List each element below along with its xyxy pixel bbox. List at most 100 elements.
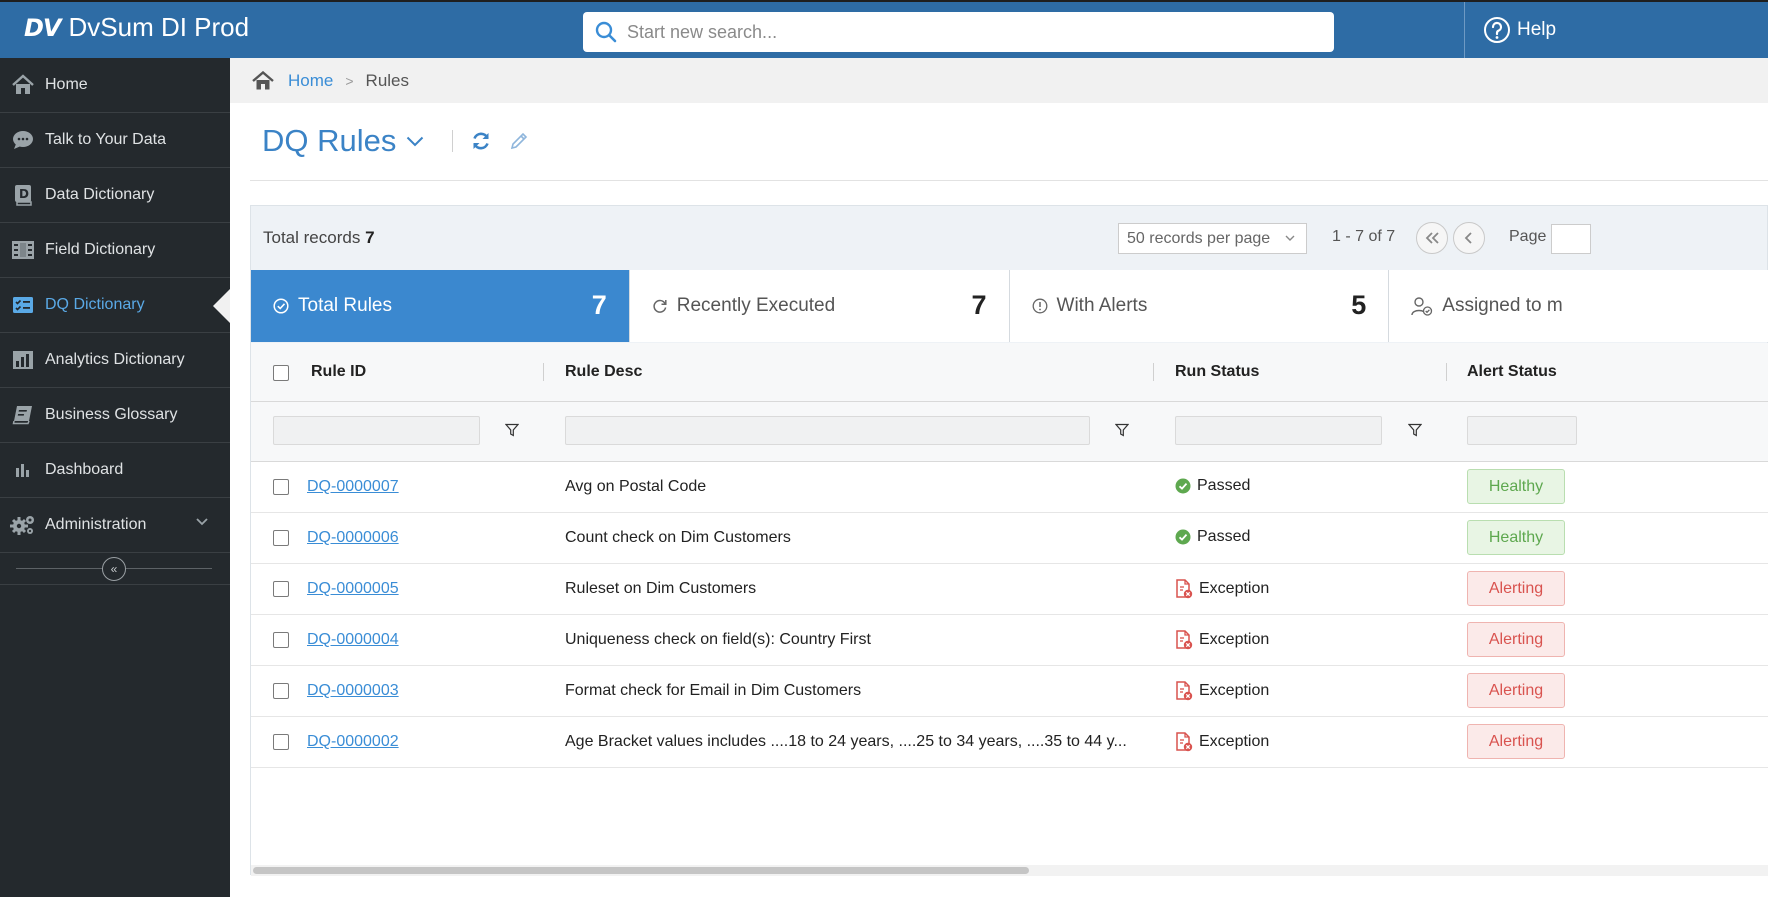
search-icon [595, 21, 617, 43]
collapse-sidebar-button[interactable]: « [102, 557, 126, 581]
run-status: Exception [1175, 630, 1269, 650]
first-page-button[interactable] [1416, 222, 1448, 254]
alert-status-badge: Healthy [1467, 520, 1565, 555]
dashboard-icon [0, 462, 45, 478]
sidebar-item-dashboard[interactable]: Dashboard [0, 443, 230, 498]
card-recently-executed[interactable]: Recently Executed 7 [629, 270, 1010, 342]
alert-status-badge: Healthy [1467, 469, 1565, 504]
breadcrumb-current: Rules [365, 70, 410, 90]
previous-page-button[interactable] [1453, 222, 1485, 254]
card-count: 5 [1351, 290, 1367, 320]
rule-desc: Format check for Email in Dim Customers [565, 682, 862, 699]
sidebar-item-dq-dictionary[interactable]: DQ Dictionary [0, 278, 230, 333]
dq-dictionary-icon [0, 296, 45, 314]
sidebar-item-administration[interactable]: Administration [0, 498, 230, 553]
column-header-rule-id[interactable]: Rule ID [311, 363, 366, 381]
alert-status-badge: Alerting [1467, 622, 1565, 657]
gears-icon [0, 514, 45, 536]
rule-id-link[interactable]: DQ-0000004 [307, 631, 399, 649]
sidebar-item-data-dictionary[interactable]: D Data Dictionary [0, 168, 230, 223]
sidebar-item-business-glossary[interactable]: Business Glossary [0, 388, 230, 443]
row-checkbox[interactable] [273, 479, 289, 495]
help-label: Help [1517, 19, 1557, 40]
home-icon[interactable] [252, 70, 274, 91]
row-checkbox[interactable] [273, 734, 289, 750]
breadcrumb-separator: > [345, 72, 354, 89]
chevron-down-icon[interactable] [406, 136, 424, 147]
chat-icon [0, 130, 45, 150]
rule-desc: Avg on Postal Code [565, 478, 707, 495]
help-button[interactable]: Help [1464, 2, 1768, 58]
rule-desc-filter-input[interactable] [565, 416, 1090, 445]
run-status: Exception [1175, 579, 1269, 599]
sidebar-item-talk-to-your-data[interactable]: Talk to Your Data [0, 113, 230, 168]
rules-grid-panel: Total records 7 50 records per page 1 - … [250, 205, 1768, 876]
scrollbar-thumb[interactable] [253, 867, 1029, 874]
exception-file-icon [1176, 630, 1193, 650]
chevron-down-icon [1285, 235, 1295, 241]
app-logo[interactable]: DV DvSum DI Prod [24, 12, 249, 43]
column-header-run-status[interactable]: Run Status [1175, 363, 1259, 381]
run-status-filter-input[interactable] [1175, 416, 1382, 445]
run-status-label: Exception [1199, 580, 1270, 597]
global-search[interactable] [583, 12, 1334, 52]
row-checkbox[interactable] [273, 530, 289, 546]
column-header-rule-desc[interactable]: Rule Desc [565, 363, 642, 381]
sidebar-item-home[interactable]: Home [0, 58, 230, 113]
main-content: DQ Rules Total records 7 50 records per … [230, 103, 1768, 897]
page-title[interactable]: DQ Rules [262, 123, 396, 159]
column-header-alert-status[interactable]: Alert Status [1467, 363, 1557, 381]
page-number-input[interactable] [1551, 224, 1591, 254]
rule-id-link[interactable]: DQ-0000003 [307, 682, 399, 700]
row-checkbox[interactable] [273, 581, 289, 597]
rule-id-link[interactable]: DQ-0000005 [307, 580, 399, 598]
exception-file-icon [1176, 681, 1193, 701]
row-checkbox[interactable] [273, 632, 289, 648]
sidebar: Home Talk to Your Data D Data Dictionary… [0, 58, 230, 897]
user-check-icon [1411, 297, 1433, 316]
check-circle-icon [1175, 529, 1191, 545]
card-assigned-to-me[interactable]: Assigned to m [1389, 270, 1768, 342]
records-per-page-value: 50 records per page [1127, 229, 1271, 247]
refresh-icon[interactable] [471, 131, 491, 151]
alert-status-badge: Alerting [1467, 571, 1565, 606]
sidebar-item-field-dictionary[interactable]: Field Dictionary [0, 223, 230, 278]
edit-pencil-icon[interactable] [509, 131, 529, 151]
data-dictionary-icon: D [0, 184, 45, 206]
rule-id-filter-input[interactable] [273, 416, 480, 445]
search-input[interactable] [627, 21, 1307, 43]
card-label: Total Rules [298, 295, 392, 316]
filter-icon[interactable] [1408, 423, 1422, 437]
double-chevron-left-icon: « [110, 562, 118, 576]
check-circle-icon [273, 298, 289, 314]
info-circle-icon [1032, 298, 1047, 314]
table-row[interactable]: DQ-0000003 Format check for Email in Dim … [251, 666, 1768, 717]
breadcrumb-home-link[interactable]: Home [288, 71, 333, 91]
run-status: Passed [1175, 528, 1250, 546]
table-row[interactable]: DQ-0000002 Age Bracket values includes ..… [251, 717, 1768, 768]
total-records-value: 7 [365, 228, 375, 247]
table-row[interactable]: DQ-0000007 Avg on Postal Code Passed Health… [251, 462, 1768, 513]
alert-status-filter-input[interactable] [1467, 416, 1577, 445]
rule-desc: Count check on Dim Customers [565, 529, 791, 546]
records-per-page-select[interactable]: 50 records per page [1118, 223, 1307, 254]
card-with-alerts[interactable]: With Alerts 5 [1009, 270, 1390, 342]
table-row[interactable]: DQ-0000004 Uniqueness check on field(s): … [251, 615, 1768, 666]
chevron-left-icon [1464, 232, 1472, 244]
sidebar-item-label: Analytics Dictionary [45, 351, 185, 368]
card-label: Recently Executed [676, 295, 836, 316]
horizontal-scrollbar[interactable] [251, 865, 1768, 876]
rule-id-link[interactable]: DQ-0000007 [307, 478, 399, 496]
table-row[interactable]: DQ-0000005 Ruleset on Dim Customers Except… [251, 564, 1768, 615]
page-label: Page [1509, 228, 1547, 245]
filter-icon[interactable] [505, 423, 519, 437]
card-total-rules[interactable]: Total Rules 7 [251, 270, 630, 342]
row-checkbox[interactable] [273, 683, 289, 699]
rule-id-link[interactable]: DQ-0000002 [307, 733, 399, 751]
table-row[interactable]: DQ-0000006 Count check on Dim Customers Pa… [251, 513, 1768, 564]
sidebar-item-label: DQ Dictionary [45, 296, 145, 313]
select-all-checkbox[interactable] [273, 365, 289, 381]
sidebar-item-analytics-dictionary[interactable]: Analytics Dictionary [0, 333, 230, 388]
filter-icon[interactable] [1115, 423, 1129, 437]
rule-id-link[interactable]: DQ-0000006 [307, 529, 399, 547]
